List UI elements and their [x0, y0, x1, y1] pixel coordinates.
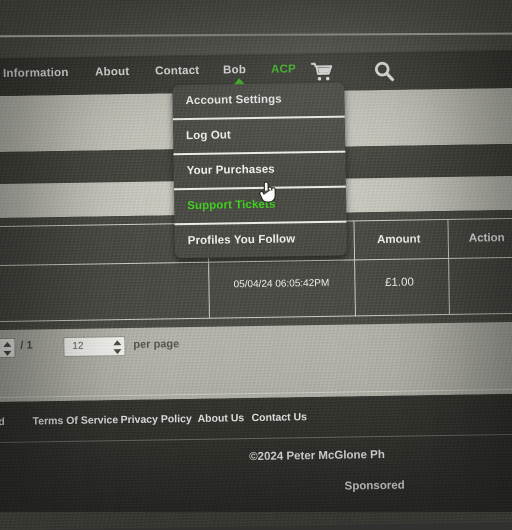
table-cell-date: 05/04/24 06:05:42PM: [208, 277, 354, 290]
footer-link-about-us[interactable]: About Us: [197, 412, 244, 425]
sponsored-text: Sponsored: [345, 476, 512, 493]
search-icon[interactable]: [373, 60, 395, 82]
table-border-header: [0, 257, 512, 266]
table-header-amount: Amount: [354, 233, 444, 246]
photographed-screen: Information About Contact Bob ACP: [0, 0, 512, 530]
menu-item-log-out[interactable]: Log Out: [173, 116, 346, 154]
nav-item-contact[interactable]: Contact: [155, 65, 199, 78]
per-page-value: 12: [72, 338, 83, 356]
web-page: Information About Contact Bob ACP: [0, 0, 512, 530]
nav-item-about[interactable]: About: [95, 66, 129, 79]
pagination-controls: / 1 12 per page: [0, 330, 512, 378]
footer-link-privacy-policy[interactable]: Privacy Policy: [120, 413, 191, 426]
footer-link-terms-of-service[interactable]: Terms Of Service: [32, 414, 118, 427]
page-number-input[interactable]: [0, 338, 16, 359]
footer-link-cloud[interactable]: loud: [0, 416, 5, 428]
nav-item-acp[interactable]: ACP: [271, 63, 296, 75]
table-cell-amount: £1.00: [354, 276, 444, 289]
nav-item-user-bob[interactable]: Bob: [223, 64, 246, 76]
per-page-label: per page: [133, 338, 179, 351]
nav-item-information[interactable]: Information: [3, 67, 69, 80]
pointing-hand-cursor: [258, 180, 278, 206]
copyright-text: ©2024 Peter McGlone Ph: [249, 446, 512, 463]
user-dropdown-menu: Account Settings Log Out Your Purchases …: [172, 83, 347, 259]
cart-icon[interactable]: [310, 61, 334, 83]
page-number-stepper[interactable]: [3, 342, 11, 356]
footer-link-contact-us[interactable]: Contact Us: [251, 411, 307, 424]
per-page-stepper[interactable]: [113, 340, 121, 354]
page-total-label: / 1: [20, 340, 32, 352]
menu-item-account-settings[interactable]: Account Settings: [172, 83, 344, 119]
table-header-action: Action: [448, 232, 512, 245]
site-footer: loud Terms Of Service Privacy Policy Abo…: [0, 394, 512, 530]
menu-item-profiles-you-follow[interactable]: Profiles You Follow: [174, 221, 347, 259]
per-page-input[interactable]: 12: [63, 336, 125, 357]
